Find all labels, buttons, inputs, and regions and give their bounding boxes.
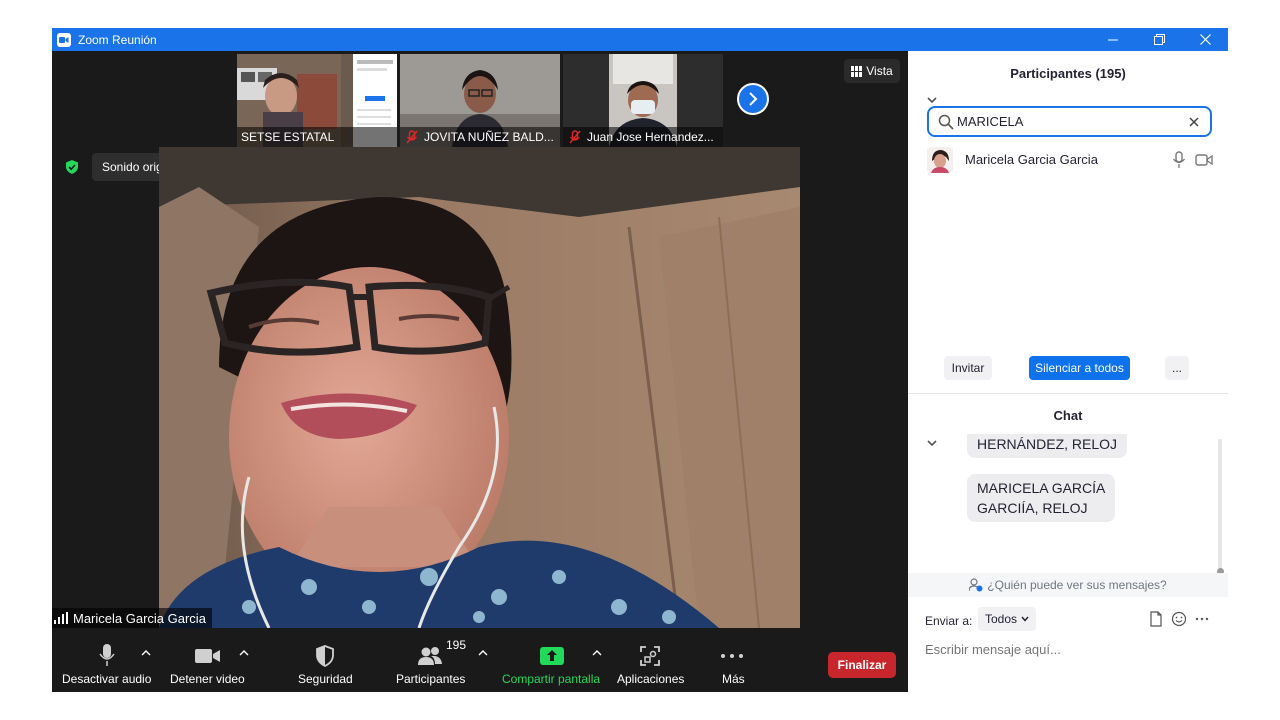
chat-message: MARICELA GARCÍA GARCIÍA, RELOJ <box>967 474 1116 522</box>
thumbnail-name-label: SETSE ESTATAL <box>237 127 397 147</box>
main-speaker-video <box>159 147 800 628</box>
chat-message-input[interactable] <box>925 642 1215 657</box>
chat-panel-title: Chat <box>1053 408 1083 423</box>
more-dots-icon <box>721 654 743 658</box>
end-meeting-button[interactable]: Finalizar <box>828 652 896 678</box>
message-visibility-link[interactable]: ¿Quién puede ver sus mensajes? <box>908 573 1228 597</box>
participant-thumbnail[interactable]: SETSE ESTATAL <box>237 54 397 147</box>
share-screen-button[interactable]: Compartir pantalla <box>502 628 606 692</box>
minimize-button[interactable] <box>1090 28 1136 51</box>
meeting-toolbar: Desactivar audio Detener video Seguridad <box>52 628 908 692</box>
chat-scrollbar[interactable] <box>1217 439 1224 575</box>
participants-count: 195 <box>446 638 467 652</box>
close-icon <box>1199 34 1211 45</box>
signal-bars-icon <box>54 612 68 624</box>
audio-options-caret-icon[interactable] <box>141 648 151 658</box>
video-camera-icon <box>195 649 220 663</box>
participants-button[interactable]: 195 Participantes <box>396 628 486 692</box>
thumbnail-name-label: JOVITA NUÑEZ BALD... <box>400 127 560 147</box>
participant-name: Maricela Garcia Garcia <box>965 152 1098 167</box>
chevron-down-icon <box>1021 616 1029 622</box>
mic-muted-icon <box>569 130 581 144</box>
encryption-shield-icon[interactable] <box>64 159 80 175</box>
close-button[interactable] <box>1182 28 1228 51</box>
participants-options-caret-icon[interactable] <box>478 648 488 658</box>
avatar <box>927 147 953 173</box>
video-area: SETSE ESTATAL JOVITA NUÑEZ BALD... Juan … <box>52 51 908 692</box>
search-icon <box>938 114 954 130</box>
video-options-caret-icon[interactable] <box>239 648 249 658</box>
user-visibility-icon <box>969 578 983 592</box>
participants-panel-title: Participantes (195) <box>1010 66 1126 81</box>
send-to-label: Enviar a: <box>925 614 973 628</box>
participant-search-input[interactable]: MARICELA <box>927 106 1212 137</box>
invite-button[interactable]: Invitar <box>944 356 992 380</box>
title-bar: Zoom Reunión <box>52 28 1228 51</box>
apps-icon <box>640 646 660 666</box>
shield-icon <box>316 645 334 668</box>
active-speaker-label: Maricela Garcia Garcia <box>52 608 212 628</box>
chat-messages: HERNÁNDEZ, RELOJ MARICELA GARCÍA GARCIÍA… <box>908 434 1228 570</box>
thumbnail-name-label: Juan Jose Hernandez... <box>563 127 723 147</box>
search-value: MARICELA <box>957 114 1024 129</box>
window-title: Zoom Reunión <box>78 32 157 47</box>
collapse-participants-chevron-icon[interactable] <box>926 94 938 106</box>
clear-search-icon[interactable] <box>1186 114 1202 130</box>
participants-more-button[interactable]: ... <box>1165 356 1189 380</box>
apps-button[interactable]: Aplicaciones <box>617 628 689 692</box>
security-button[interactable]: Seguridad <box>298 628 358 692</box>
next-page-button[interactable] <box>737 83 769 115</box>
grid-view-icon <box>851 65 863 77</box>
share-options-caret-icon[interactable] <box>592 648 602 658</box>
mute-audio-button[interactable]: Desactivar audio <box>62 628 162 692</box>
participant-thumbnail[interactable]: Juan Jose Hernandez... <box>563 54 723 147</box>
stop-video-button[interactable]: Detener video <box>170 628 260 692</box>
panel-divider <box>908 393 1228 394</box>
minimize-icon <box>1108 39 1118 40</box>
chat-more-icon[interactable] <box>1194 611 1210 627</box>
participant-video-icon[interactable] <box>1195 152 1213 168</box>
restore-button[interactable] <box>1136 28 1182 51</box>
file-attach-icon[interactable] <box>1148 611 1164 627</box>
share-screen-icon <box>540 647 564 665</box>
emoji-icon[interactable] <box>1171 611 1187 627</box>
microphone-icon <box>99 644 115 666</box>
zoom-window: Zoom Reunión SETSE ESTATAL JOVITA NUÑEZ … <box>52 28 1228 692</box>
participants-icon <box>418 647 442 665</box>
side-panel: Participantes (195) MARICELA Maricela Ga… <box>908 51 1228 692</box>
restore-icon <box>1153 34 1165 45</box>
zoom-logo-icon <box>57 32 71 47</box>
view-button[interactable]: Vista <box>844 59 900 83</box>
send-to-dropdown[interactable]: Todos <box>978 607 1037 631</box>
participant-mic-icon[interactable] <box>1172 151 1186 169</box>
chevron-right-icon <box>749 92 758 106</box>
participant-list-item[interactable]: Maricela Garcia Garcia <box>908 146 1228 176</box>
more-options-button[interactable]: Más <box>720 628 745 692</box>
mute-all-button[interactable]: Silenciar a todos <box>1029 356 1130 380</box>
video-feed <box>159 147 800 628</box>
mic-muted-icon <box>406 130 418 144</box>
chat-message: HERNÁNDEZ, RELOJ <box>967 434 1128 458</box>
participant-thumbnail[interactable]: JOVITA NUÑEZ BALD... <box>400 54 560 147</box>
